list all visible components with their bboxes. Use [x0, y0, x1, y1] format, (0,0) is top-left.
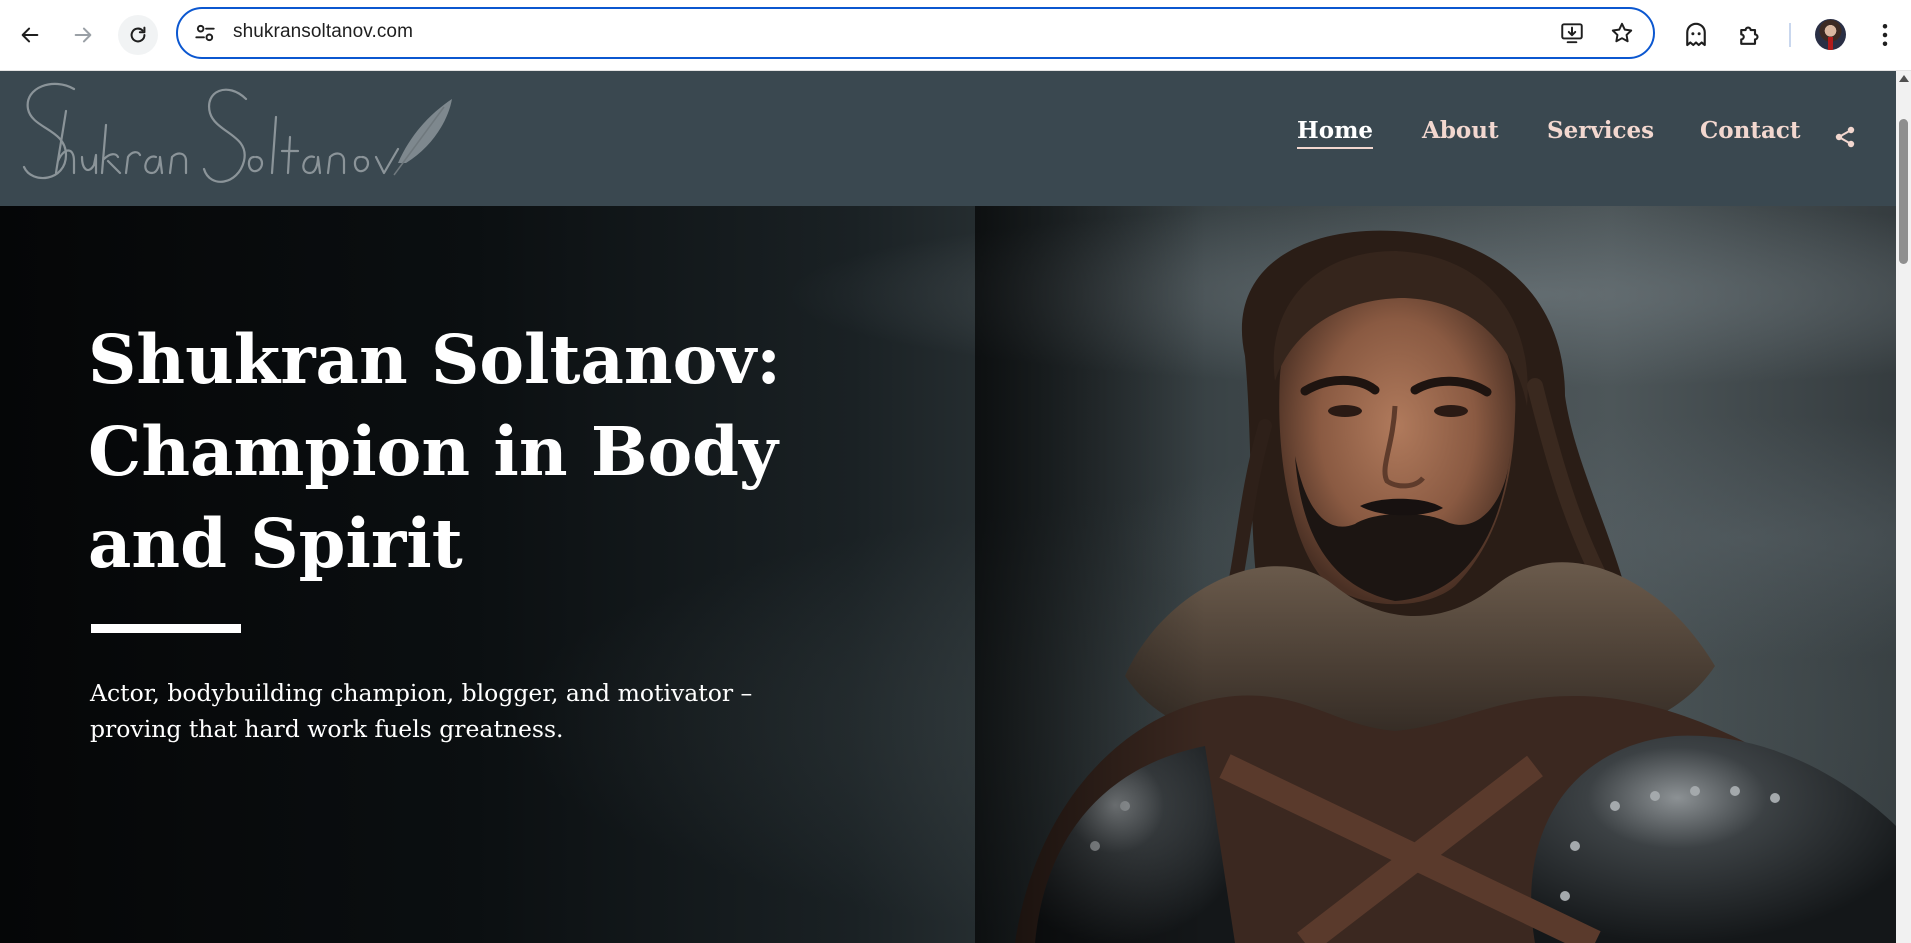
- tune-icon[interactable]: [192, 20, 218, 46]
- hero-subtitle: Actor, bodybuilding champion, blogger, a…: [90, 679, 753, 743]
- reload-icon: [130, 26, 146, 43]
- arrow-left-icon: [21, 27, 39, 43]
- hero-section: Shukran Soltanov: Champion in Body and S…: [0, 206, 1896, 943]
- browser-toolbar: shukransoltanov.com: [0, 0, 1911, 71]
- reload-button[interactable]: [118, 15, 158, 55]
- scroll-up-arrow[interactable]: [1899, 75, 1909, 82]
- address-bar[interactable]: shukransoltanov.com: [176, 7, 1655, 59]
- toolbar-separator: [1789, 23, 1791, 47]
- nav-contact[interactable]: Contact: [1700, 117, 1801, 144]
- logo[interactable]: [14, 77, 454, 203]
- nav-services[interactable]: Services: [1547, 117, 1654, 144]
- hero-portrait: [975, 206, 1896, 943]
- back-button[interactable]: [10, 15, 50, 55]
- hero-divider: [91, 624, 241, 633]
- share-icon[interactable]: [1833, 125, 1857, 149]
- hero-title: Shukran Soltanov: Champion in Body and S…: [88, 320, 781, 583]
- ghost-icon[interactable]: [1681, 20, 1711, 50]
- puzzle-icon[interactable]: [1735, 20, 1765, 50]
- nav-home[interactable]: Home: [1297, 117, 1374, 149]
- star-icon[interactable]: [1609, 20, 1635, 46]
- url-text[interactable]: shukransoltanov.com: [233, 21, 413, 43]
- install-app-icon[interactable]: [1559, 20, 1585, 46]
- scroll-thumb[interactable]: [1899, 119, 1908, 264]
- nav-about[interactable]: About: [1422, 117, 1499, 144]
- kebab-menu-icon[interactable]: [1870, 20, 1900, 50]
- arrow-right-icon: [74, 27, 92, 43]
- avatar[interactable]: [1815, 19, 1846, 50]
- site-header: Home About Services Contact: [0, 71, 1896, 206]
- page-scrollbar[interactable]: [1896, 71, 1911, 943]
- forward-button[interactable]: [63, 15, 103, 55]
